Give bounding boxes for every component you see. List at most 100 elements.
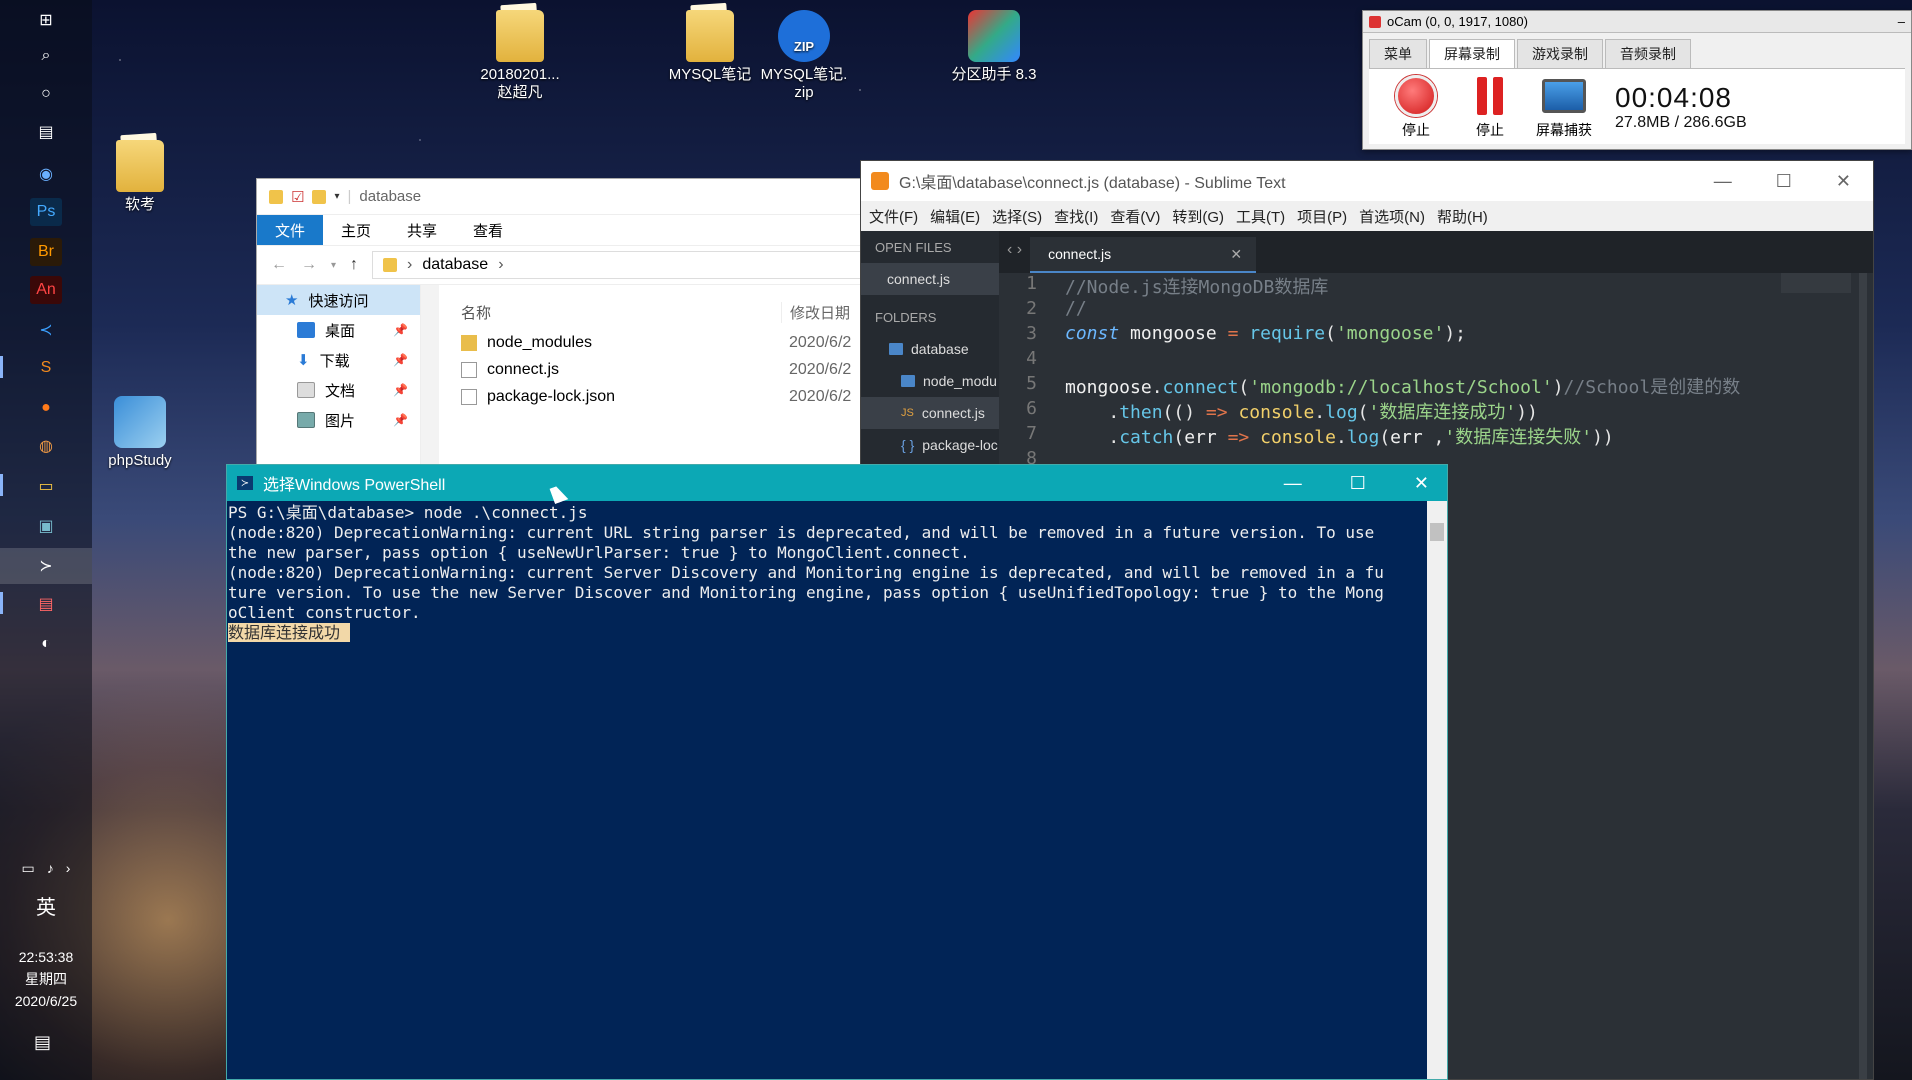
tab-game-record[interactable]: 游戏录制 <box>1517 39 1603 68</box>
menu-tools[interactable]: 工具(T) <box>1236 206 1285 227</box>
up-icon[interactable]: ↑ <box>350 256 358 274</box>
desktop-icon-mysql-zip[interactable]: ZIP MYSQL笔记. zip <box>754 10 854 102</box>
open-file-item[interactable]: connect.js <box>861 263 999 295</box>
ribbon-tab-file[interactable]: 文件 <box>257 215 324 245</box>
folder-item-node-modules[interactable]: node_modu <box>861 365 999 397</box>
folder-item-database[interactable]: database <box>861 333 999 365</box>
task-view-icon[interactable]: ▤ <box>30 118 62 146</box>
new-folder-icon[interactable] <box>312 189 327 204</box>
sublime-titlebar[interactable]: G:\桌面\database\connect.js (database) - S… <box>861 161 1873 201</box>
close-icon[interactable]: ✕ <box>1836 171 1851 192</box>
chevron-right-icon[interactable]: › <box>66 860 71 877</box>
file-row[interactable]: package-lock.json 2020/6/2 <box>451 383 861 410</box>
battery-icon[interactable]: ▭ <box>22 860 35 877</box>
editor-scrollbar[interactable] <box>1859 273 1867 1079</box>
search-icon[interactable]: ⌕ <box>30 42 62 70</box>
cortana-icon[interactable]: ○ <box>30 80 62 108</box>
address-bar[interactable]: › database › <box>372 251 861 279</box>
screen-capture-button[interactable]: 屏幕捕获 <box>1527 74 1601 140</box>
minimize-icon[interactable]: — <box>1714 171 1732 192</box>
ribbon-tab-share[interactable]: 共享 <box>389 220 455 241</box>
notification-icon[interactable]: ▤ <box>34 1032 58 1054</box>
scrollbar-thumb[interactable] <box>1430 523 1444 541</box>
bridge-icon[interactable]: Br <box>30 238 62 266</box>
folder-item-package-lock[interactable]: { } package-loc <box>861 429 999 461</box>
column-name[interactable]: 名称 <box>451 302 781 323</box>
close-icon[interactable]: ✕ <box>1414 473 1429 494</box>
minimap[interactable] <box>1781 273 1851 293</box>
column-date[interactable]: 修改日期 <box>781 301 850 323</box>
menu-edit[interactable]: 编辑(E) <box>930 206 980 227</box>
menu-view[interactable]: 查看(V) <box>1110 206 1160 227</box>
nav-item-documents[interactable]: 文档 📌 <box>257 375 420 405</box>
file-row[interactable]: connect.js 2020/6/2 <box>451 356 861 383</box>
file-name: package-lock.json <box>487 387 616 405</box>
pause-button[interactable]: 停止 <box>1453 74 1527 140</box>
desktop-icon-mysql-notes[interactable]: MYSQL笔记 <box>660 10 760 84</box>
powershell-taskbar-icon[interactable]: ≻ <box>30 552 62 580</box>
menu-file[interactable]: 文件(F) <box>869 206 918 227</box>
nav-item-pictures[interactable]: 图片 📌 <box>257 405 420 435</box>
menu-selection[interactable]: 选择(S) <box>992 206 1042 227</box>
tab-audio-record[interactable]: 音频录制 <box>1605 39 1691 68</box>
animate-icon[interactable]: An <box>30 276 62 304</box>
folder-item-connect-js[interactable]: JS connect.js <box>861 397 999 429</box>
chevron-down-icon[interactable]: ▾ <box>334 191 339 202</box>
menu-preferences[interactable]: 首选项(N) <box>1359 206 1425 227</box>
desktop-icon-phpstudy[interactable]: phpStudy <box>90 396 190 470</box>
console-scrollbar[interactable] <box>1427 501 1447 1079</box>
menu-find[interactable]: 查找(I) <box>1054 206 1098 227</box>
code-line: mongoose.connect('mongodb://localhost/Sc… <box>1065 377 1741 398</box>
desktop-icon-folder[interactable]: 20180201... 赵超凡 <box>470 10 570 102</box>
desktop-icon-partition-assistant[interactable]: 分区助手 8.3 <box>944 10 1044 84</box>
chrome-icon[interactable]: ◍ <box>30 432 62 460</box>
pin-icon[interactable]: 📌 <box>393 383 408 397</box>
ocam-titlebar[interactable]: oCam (0, 0, 1917, 1080) – <box>1363 11 1911 33</box>
menu-goto[interactable]: 转到(G) <box>1172 206 1224 227</box>
sublime-taskbar-icon[interactable]: S <box>30 354 62 382</box>
pin-icon[interactable]: 📌 <box>393 353 408 367</box>
ime-indicator[interactable]: 英 <box>0 891 92 920</box>
ribbon-tab-view[interactable]: 查看 <box>455 220 521 241</box>
file-row[interactable]: node_modules 2020/6/2 <box>451 329 861 356</box>
clock[interactable]: 22:53:38 星期四 2020/6/25 <box>0 946 92 1012</box>
minimize-icon[interactable]: – <box>1898 14 1905 29</box>
volume-icon[interactable]: ♪ <box>47 860 54 877</box>
nav-item-quick-access[interactable]: ★ 快速访问 <box>257 285 420 315</box>
chevron-right-icon: › <box>407 256 413 273</box>
back-icon[interactable]: ← <box>271 256 287 274</box>
windows-start-icon[interactable]: ⊞ <box>30 6 62 34</box>
desktop-icon-ruankao[interactable]: 软考 <box>90 140 190 214</box>
nav-scrollbar[interactable] <box>421 285 439 469</box>
nav-item-desktop[interactable]: 桌面 📌 <box>257 315 420 345</box>
file-explorer-icon[interactable]: ▭ <box>30 472 62 500</box>
forward-icon[interactable]: → <box>301 256 317 274</box>
nav-item-downloads[interactable]: ⬇ 下载 📌 <box>257 345 420 375</box>
tab-screen-record[interactable]: 屏幕录制 <box>1429 39 1515 68</box>
ribbon-tab-home[interactable]: 主页 <box>323 220 389 241</box>
close-icon[interactable]: ✕ <box>1230 246 1242 263</box>
minimize-icon[interactable]: — <box>1284 473 1302 494</box>
recent-icon[interactable]: ▾ <box>331 260 336 271</box>
maximize-icon[interactable]: ☐ <box>1776 171 1792 192</box>
app-icon[interactable]: ◉ <box>30 160 62 188</box>
stop-record-button[interactable]: 停止 <box>1379 74 1453 140</box>
menu-help[interactable]: 帮助(H) <box>1437 206 1488 227</box>
explorer-titlebar[interactable]: ☑ ▾ | database <box>257 179 861 215</box>
maximize-icon[interactable]: ☐ <box>1350 473 1366 494</box>
menu-project[interactable]: 项目(P) <box>1297 206 1347 227</box>
vscode-icon[interactable]: ≺ <box>30 316 62 344</box>
tab-menu[interactable]: 菜单 <box>1369 39 1427 68</box>
app2-icon[interactable]: ▣ <box>30 512 62 540</box>
pin-icon[interactable]: 📌 <box>393 323 408 337</box>
app3-icon[interactable]: ▤ <box>30 590 62 618</box>
tab-connect-js[interactable]: connect.js ✕ <box>1030 237 1257 273</box>
tab-nav-icon[interactable]: ‹ › <box>999 241 1030 273</box>
console-output[interactable]: PS G:\桌面\database> node .\connect.js (nod… <box>227 501 1427 643</box>
photoshop-icon[interactable]: Ps <box>30 198 62 226</box>
powershell-titlebar[interactable]: ≻ 选择Windows PowerShell — ☐ ✕ <box>227 465 1447 501</box>
properties-icon[interactable]: ☑ <box>291 188 304 206</box>
firefox-icon[interactable]: ● <box>30 394 62 422</box>
pin-icon[interactable]: 📌 <box>393 413 408 427</box>
ocam-taskbar-icon[interactable]: ◐ <box>30 630 62 658</box>
